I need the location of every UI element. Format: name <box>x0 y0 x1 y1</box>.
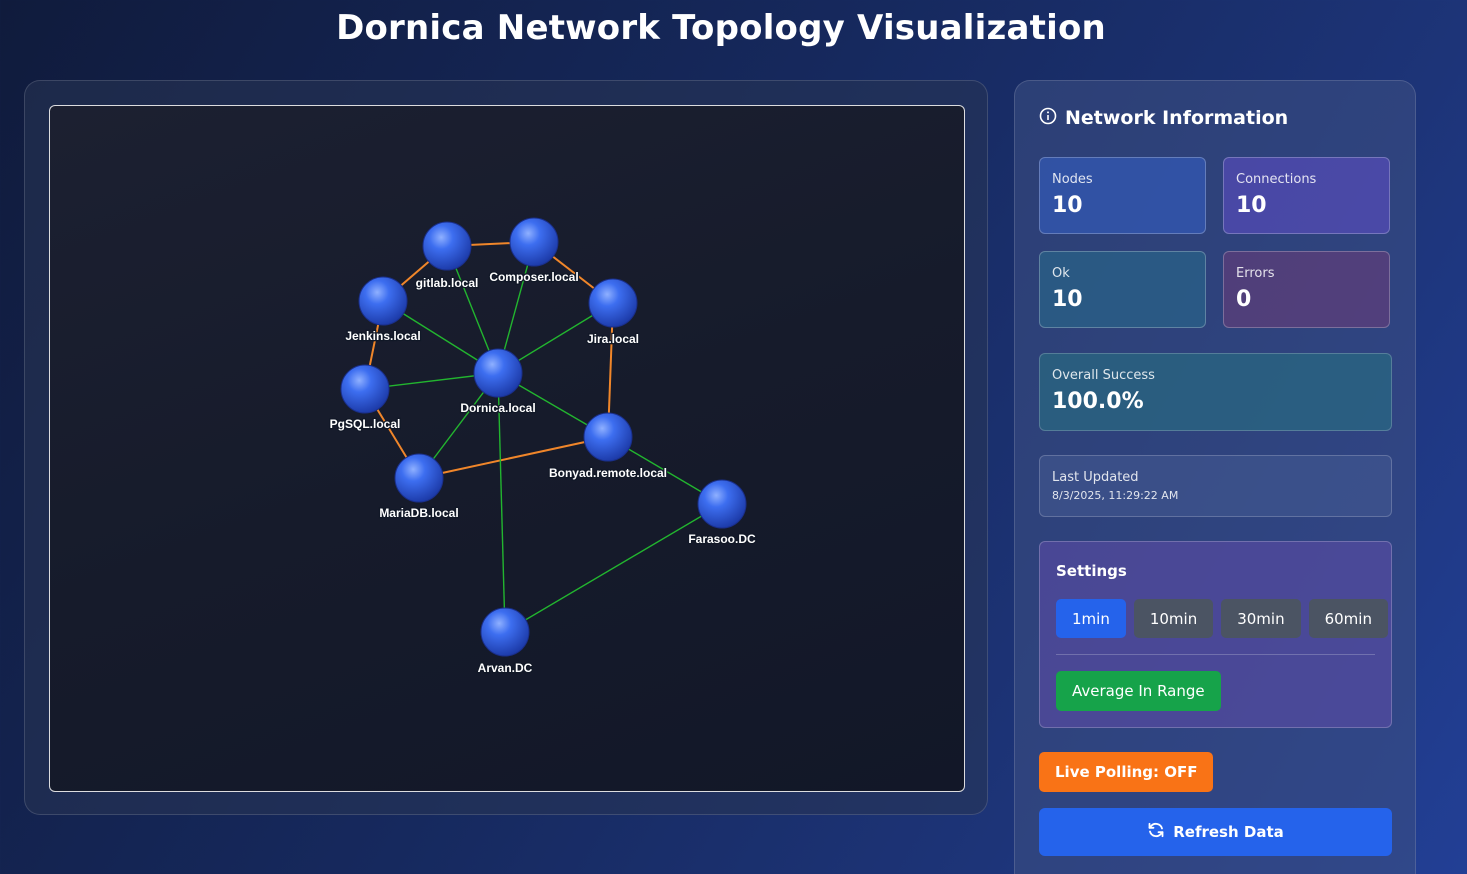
topology-graph[interactable]: gitlab.local Composer.local Jenkins.local J… <box>50 106 965 792</box>
average-in-range-button[interactable]: Average In Range <box>1056 671 1221 711</box>
refresh-icon <box>1147 821 1165 843</box>
errors-label: Errors <box>1236 266 1275 281</box>
info-panel: Network Information Nodes 10 Connections… <box>1014 80 1416 874</box>
node-label: Bonyad.remote.local <box>549 466 667 480</box>
success-value: 100.0% <box>1052 389 1144 414</box>
node-circle[interactable] <box>697 479 747 529</box>
page-title: Dornica Network Topology Visualization <box>336 8 1106 48</box>
refresh-label: Refresh Data <box>1173 823 1284 841</box>
node-jira[interactable]: Jira.local <box>586 278 640 347</box>
info-icon <box>1039 107 1057 129</box>
node-circle[interactable] <box>509 217 559 267</box>
node-label: Farasoo.DC <box>688 532 756 546</box>
nodes-layer: gitlab.local Composer.local Jenkins.local J… <box>328 217 757 676</box>
interval-60min-button[interactable]: 60min <box>1308 599 1388 638</box>
info-title: Network Information <box>1065 107 1289 129</box>
node-circle[interactable] <box>583 412 633 462</box>
links-layer <box>364 241 723 633</box>
connections-value: 10 <box>1236 193 1267 218</box>
settings-divider <box>1056 654 1375 655</box>
interval-1min-button[interactable]: 1min <box>1056 599 1126 638</box>
settings-title: Settings <box>1056 562 1127 580</box>
link-farasoo-arvan <box>504 503 723 633</box>
node-composer[interactable]: Composer.local <box>488 217 580 285</box>
settings-card: Settings 1min 10min 30min 60min Average … <box>1039 541 1392 728</box>
topology-canvas[interactable]: gitlab.local Composer.local Jenkins.local J… <box>49 105 965 792</box>
live-polling-toggle[interactable]: Live Polling: OFF <box>1039 752 1214 792</box>
interval-10min-button[interactable]: 10min <box>1133 599 1214 638</box>
node-circle[interactable] <box>422 221 472 271</box>
node-pgsql[interactable]: PgSQL.local <box>328 364 402 432</box>
nodes-label: Nodes <box>1052 172 1093 187</box>
node-circle[interactable] <box>473 348 523 398</box>
node-label: Jenkins.local <box>345 329 420 343</box>
node-circle[interactable] <box>358 276 408 326</box>
ok-value: 10 <box>1052 287 1083 312</box>
connections-card: Connections 10 <box>1223 157 1390 234</box>
node-gitlab[interactable]: gitlab.local <box>414 221 480 291</box>
last-updated-label: Last Updated <box>1052 470 1139 485</box>
node-label: gitlab.local <box>416 276 479 290</box>
errors-card: Errors 0 <box>1223 251 1390 328</box>
node-circle[interactable] <box>588 278 638 328</box>
node-circle[interactable] <box>480 607 530 657</box>
last-updated-card: Last Updated 8/3/2025, 11:29:22 AM <box>1039 455 1392 517</box>
nodes-card: Nodes 10 <box>1039 157 1206 234</box>
refresh-data-button[interactable]: Refresh Data <box>1039 808 1392 856</box>
interval-selector: 1min 10min 30min 60min <box>1056 599 1388 638</box>
node-mariadb[interactable]: MariaDB.local <box>378 453 460 521</box>
node-arvan[interactable]: Arvan.DC <box>476 607 534 676</box>
info-header: Network Information <box>1039 107 1288 129</box>
node-label: Dornica.local <box>460 401 535 415</box>
node-label: Jira.local <box>587 332 639 346</box>
node-label: Composer.local <box>489 270 578 284</box>
node-jenkins[interactable]: Jenkins.local <box>344 276 422 344</box>
graph-panel: gitlab.local Composer.local Jenkins.local J… <box>24 80 988 815</box>
nodes-value: 10 <box>1052 193 1083 218</box>
interval-30min-button[interactable]: 30min <box>1221 599 1301 638</box>
node-label: Arvan.DC <box>478 661 533 675</box>
connections-label: Connections <box>1236 172 1317 187</box>
ok-label: Ok <box>1052 266 1070 281</box>
node-label: PgSQL.local <box>330 417 401 431</box>
ok-card: Ok 10 <box>1039 251 1206 328</box>
node-circle[interactable] <box>340 364 390 414</box>
node-circle[interactable] <box>394 453 444 503</box>
node-dornica[interactable]: Dornica.local <box>459 348 537 416</box>
last-updated-value: 8/3/2025, 11:29:22 AM <box>1052 489 1179 502</box>
errors-value: 0 <box>1236 287 1252 312</box>
success-label: Overall Success <box>1052 368 1155 383</box>
success-card: Overall Success 100.0% <box>1039 353 1392 431</box>
node-label: MariaDB.local <box>379 506 458 520</box>
